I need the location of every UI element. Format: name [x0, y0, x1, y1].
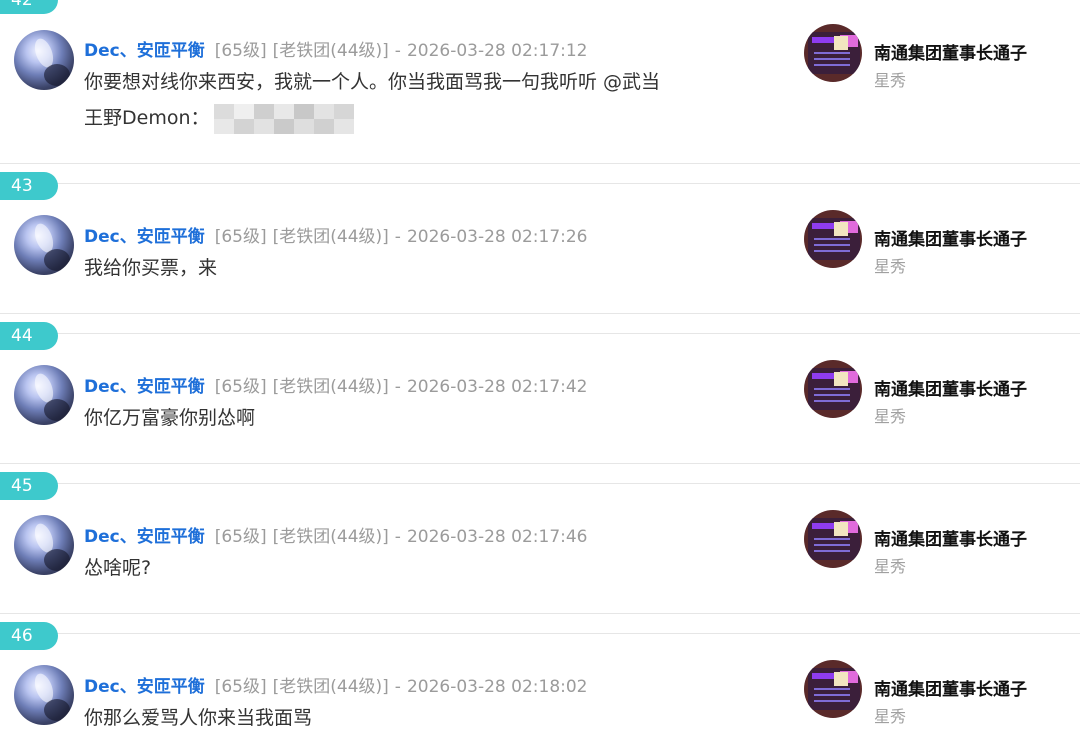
meta-separator: -: [394, 377, 401, 397]
streamer-avatar[interactable]: [804, 660, 862, 718]
streamer-name[interactable]: 南通集团董事长通子: [874, 675, 1027, 700]
comment-message: 怂啥呢?: [84, 550, 704, 586]
comment-meta: Dec、安匝平衡 [65级] [老铁团(44级)] -2026-03-28 02:17…: [84, 36, 588, 61]
comment-message: 你要想对线你来西安，我就一个人。你当我面骂我一句我听听 @武当 王野Demon：: [84, 64, 704, 136]
username-link[interactable]: Dec、安匝平衡: [84, 41, 205, 61]
floor-badge: 45: [0, 472, 58, 500]
streamer-avatar[interactable]: [804, 210, 862, 268]
comment-row: 42 Dec、安匝平衡 [65级] [老铁团(44级)] -2026-03-28 02…: [0, 0, 1080, 163]
comment-row: 45 Dec、安匝平衡 [65级] [老铁团(44级)] -2026-03-28 02…: [0, 472, 1080, 613]
message-line: 你那么爱骂人你来当我面骂: [84, 707, 313, 729]
streamer-name[interactable]: 南通集团董事长通子: [874, 375, 1027, 400]
fan-group: [老铁团(44级)]: [272, 41, 389, 61]
floor-badge: 46: [0, 622, 58, 650]
streamer-avatar[interactable]: [804, 510, 862, 568]
meta-separator: -: [394, 527, 401, 547]
comment-row: 46 Dec、安匝平衡 [65级] [老铁团(44级)] -2026-03-28 02…: [0, 622, 1080, 734]
message-line: 怂啥呢?: [84, 557, 152, 579]
streamer-avatar[interactable]: [804, 24, 862, 82]
streamer-tag: 星秀: [874, 557, 907, 576]
floor-badge: 42: [0, 0, 58, 14]
message-line: 王野Demon：: [84, 107, 210, 129]
streamer-name[interactable]: 南通集团董事长通子: [874, 525, 1027, 550]
user-avatar[interactable]: [14, 365, 74, 425]
comment-message: 我给你买票，来: [84, 250, 704, 286]
username-link[interactable]: Dec、安匝平衡: [84, 677, 205, 697]
floor-badge: 44: [0, 322, 58, 350]
user-level: [65级]: [214, 527, 267, 547]
user-avatar[interactable]: [14, 30, 74, 90]
user-level: [65级]: [214, 227, 267, 247]
meta-separator: -: [394, 227, 401, 247]
comment-meta: Dec、安匝平衡 [65级] [老铁团(44级)] -2026-03-28 02:18…: [84, 672, 588, 697]
row-divider: [0, 163, 1080, 164]
message-line: 我给你买票，来: [84, 257, 218, 279]
comment-meta: Dec、安匝平衡 [65级] [老铁团(44级)] -2026-03-28 02:17…: [84, 222, 588, 247]
user-avatar[interactable]: [14, 215, 74, 275]
mosaic-blur: [213, 103, 354, 134]
streamer-tag: 星秀: [874, 707, 907, 726]
comment-meta: Dec、安匝平衡 [65级] [老铁团(44级)] -2026-03-28 02:17…: [84, 522, 588, 547]
user-level: [65级]: [214, 41, 267, 61]
comment-row: 44 Dec、安匝平衡 [65级] [老铁团(44级)] -2026-03-28 02…: [0, 322, 1080, 463]
username-link[interactable]: Dec、安匝平衡: [84, 227, 205, 247]
row-divider: [0, 463, 1080, 464]
streamer-tag: 星秀: [874, 407, 907, 426]
streamer-tag: 星秀: [874, 71, 907, 90]
user-avatar[interactable]: [14, 515, 74, 575]
fan-group: [老铁团(44级)]: [272, 677, 389, 697]
user-avatar[interactable]: [14, 665, 74, 725]
comment-message: 你那么爱骂人你来当我面骂: [84, 700, 704, 734]
meta-separator: -: [394, 41, 401, 61]
timestamp: 2026-03-28 02:18:02: [406, 677, 588, 697]
streamer-avatar[interactable]: [804, 360, 862, 418]
streamer-name[interactable]: 南通集团董事长通子: [874, 225, 1027, 250]
user-level: [65级]: [214, 677, 267, 697]
row-divider: [0, 313, 1080, 314]
streamer-tag: 星秀: [874, 257, 907, 276]
fan-group: [老铁团(44级)]: [272, 377, 389, 397]
meta-separator: -: [394, 677, 401, 697]
comment-message: 你亿万富豪你别怂啊: [84, 400, 704, 436]
timestamp: 2026-03-28 02:17:42: [406, 377, 588, 397]
floor-badge: 43: [0, 172, 58, 200]
message-line: 你亿万富豪你别怂啊: [84, 407, 256, 429]
message-line: 你要想对线你来西安，我就一个人。你当我面骂我一句我听听 @武当: [84, 71, 661, 93]
streamer-name[interactable]: 南通集团董事长通子: [874, 39, 1027, 64]
timestamp: 2026-03-28 02:17:46: [406, 527, 588, 547]
timestamp: 2026-03-28 02:17:26: [406, 227, 588, 247]
comment-meta: Dec、安匝平衡 [65级] [老铁团(44级)] -2026-03-28 02:17…: [84, 372, 588, 397]
timestamp: 2026-03-28 02:17:12: [406, 41, 588, 61]
username-link[interactable]: Dec、安匝平衡: [84, 377, 205, 397]
comment-row: 43 Dec、安匝平衡 [65级] [老铁团(44级)] -2026-03-28 02…: [0, 172, 1080, 313]
user-level: [65级]: [214, 377, 267, 397]
fan-group: [老铁团(44级)]: [272, 527, 389, 547]
username-link[interactable]: Dec、安匝平衡: [84, 527, 205, 547]
message-line-2: 王野Demon：: [84, 100, 704, 136]
row-divider: [0, 613, 1080, 614]
fan-group: [老铁团(44级)]: [272, 227, 389, 247]
